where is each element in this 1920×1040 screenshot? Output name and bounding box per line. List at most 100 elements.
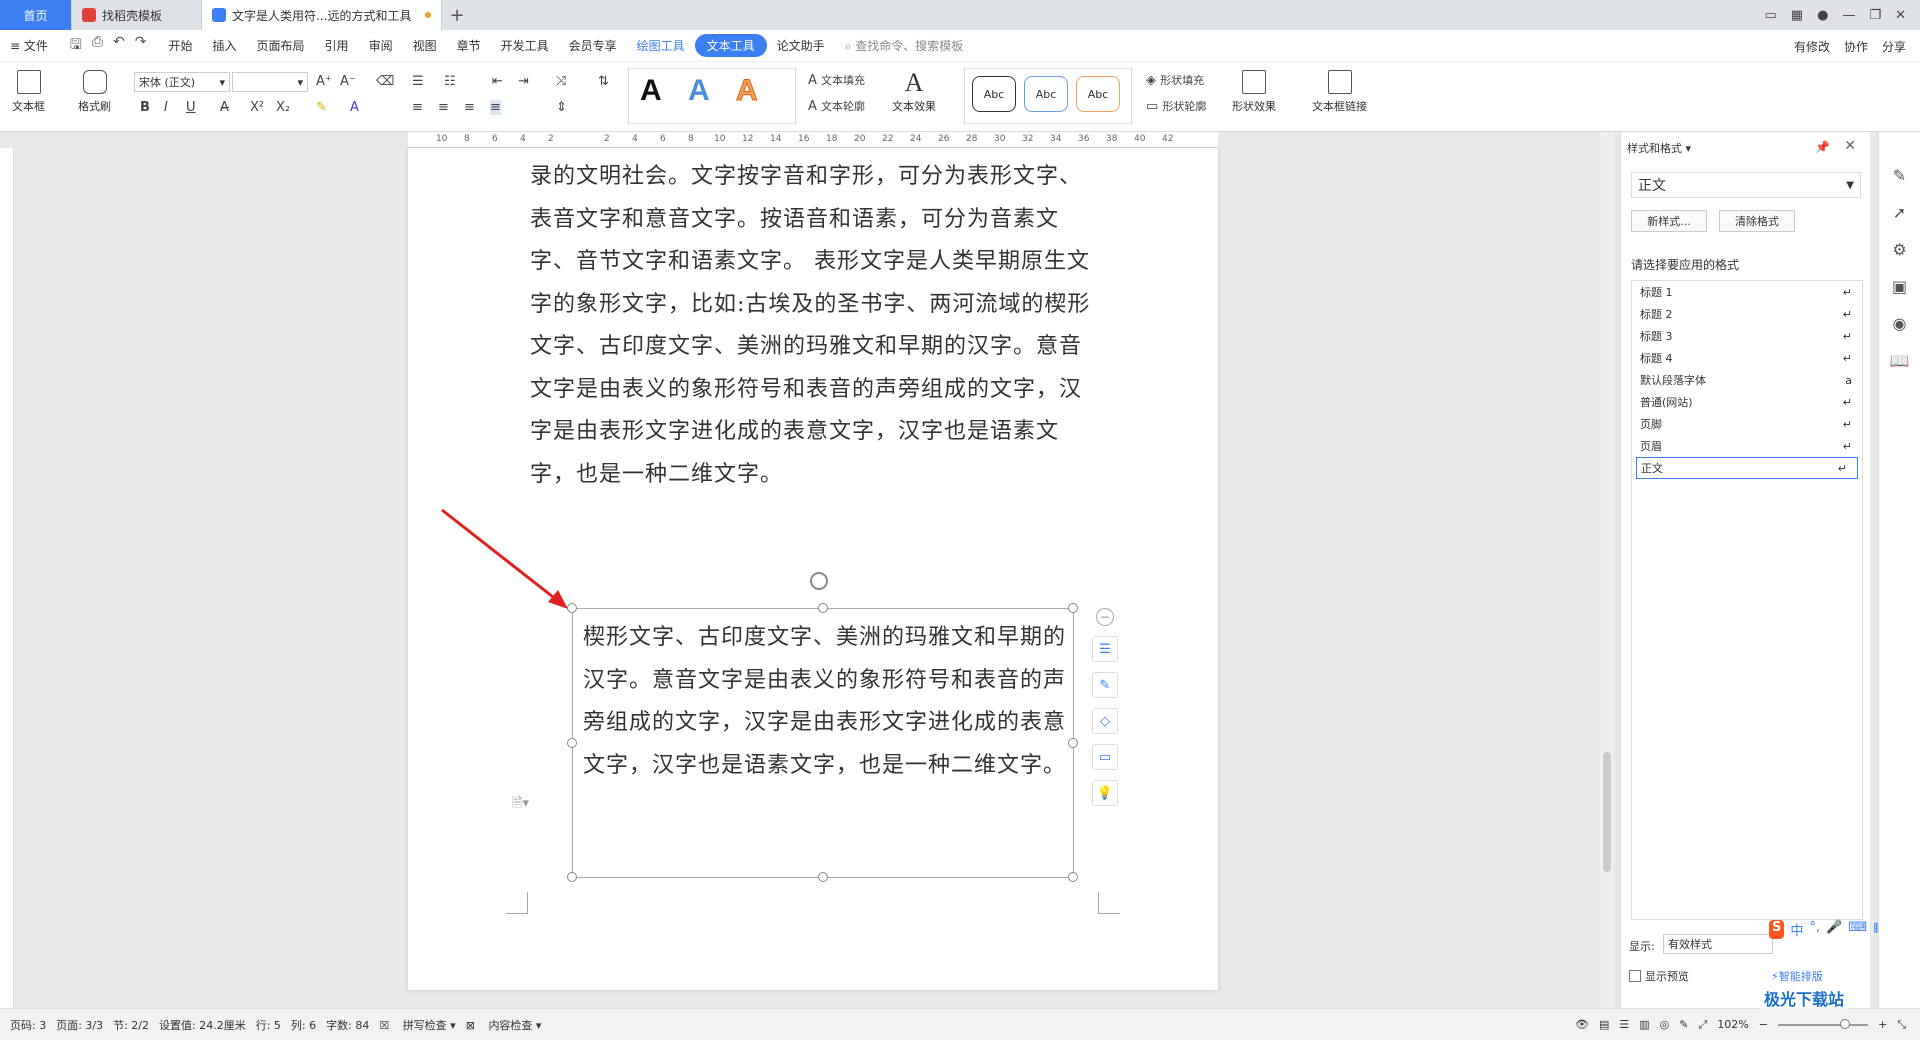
bullets-icon[interactable]: ☰ (412, 74, 424, 89)
wordart-style-black[interactable]: A (640, 74, 662, 108)
tab-document[interactable]: 文字是人类用符...远的方式和工具 (202, 0, 442, 30)
menu-developer[interactable]: 开发工具 (491, 37, 559, 54)
menu-home[interactable]: 开始 (159, 37, 203, 54)
shape-style-1[interactable]: Abc (972, 76, 1016, 112)
style-item-heading1[interactable]: 标题 1 ↵ (1632, 281, 1862, 303)
text-direction-icon[interactable]: ⤨ (556, 74, 566, 89)
outdent-icon[interactable]: ⇥ (518, 74, 529, 89)
selected-textbox[interactable]: 楔形文字、古印度文字、美洲的玛雅文和早期的汉字。意音文字是由表义的象形符号和表音… (567, 603, 1078, 882)
document-page[interactable]: 录的文明社会。文字按字音和字形，可分为表形文字、表音文字和意音文字。按语音和语素… (408, 148, 1218, 990)
shape-fill-button[interactable]: ◈ 形状填充 (1146, 72, 1204, 88)
shape-style-3[interactable]: Abc (1076, 76, 1120, 112)
scroll-thumb[interactable] (1603, 752, 1611, 872)
style-item-normal-web[interactable]: 普通(网站) ↵ (1632, 391, 1862, 413)
print-icon[interactable]: ⎙ (92, 34, 103, 58)
zoom-slider-thumb[interactable] (1839, 1018, 1850, 1029)
status-col[interactable]: 列: 6 (291, 1017, 316, 1033)
reading-view-icon[interactable]: ▥ (1639, 1018, 1649, 1031)
zoom-slider[interactable] (1777, 1018, 1868, 1029)
strikethrough-icon[interactable]: A̶ (220, 100, 229, 115)
resize-handle[interactable] (1068, 872, 1078, 882)
layout-options-icon[interactable]: ☰ (1092, 636, 1118, 662)
resize-handle[interactable] (1068, 603, 1078, 613)
idea-icon[interactable]: 💡 (1092, 780, 1118, 806)
clear-format-button[interactable]: 清除格式 (1719, 210, 1795, 232)
zoom-level[interactable]: 102% (1717, 1018, 1748, 1031)
outline-view-icon[interactable]: ☰ (1619, 1018, 1629, 1031)
superscript-icon[interactable]: X² (250, 100, 264, 115)
highlight-icon[interactable]: ✎ (316, 100, 327, 115)
textbox-link-button[interactable]: 文本框链接 (1312, 70, 1367, 114)
style-item-header[interactable]: 页眉 ↵ (1632, 435, 1862, 457)
resize-handle[interactable] (567, 738, 577, 748)
image-icon[interactable]: ▣ (1892, 277, 1907, 296)
menu-thesis[interactable]: 论文助手 (767, 37, 835, 54)
current-style-select[interactable]: 正文 ▼ (1631, 172, 1861, 198)
fill-icon[interactable]: ◇ (1092, 708, 1118, 734)
style-item-normal[interactable]: 正文 ↵ (1636, 457, 1858, 479)
collaborate-button[interactable]: 协作 (1844, 38, 1868, 55)
panel-title[interactable]: 样式和格式 ▾ (1627, 140, 1691, 156)
menu-insert[interactable]: 插入 (203, 37, 247, 54)
status-page-num[interactable]: 页码: 3 (10, 1017, 46, 1033)
grid-icon[interactable]: ▦ (1791, 8, 1803, 23)
zoom-out-button[interactable]: − (1759, 1018, 1768, 1031)
text-fill-button[interactable]: A 文本填充 (808, 72, 865, 88)
pin-icon[interactable]: 📌 (1815, 140, 1830, 154)
status-setting[interactable]: 设置值: 24.2厘米 (159, 1017, 246, 1033)
book-icon[interactable]: 📖 (1890, 351, 1910, 370)
page-view-icon[interactable]: ▤ (1599, 1018, 1609, 1031)
restore-button[interactable]: ❐ (1869, 8, 1881, 23)
undo-icon[interactable]: ↶ (113, 34, 125, 58)
location-icon[interactable]: ◉ (1893, 314, 1907, 333)
style-edit-icon[interactable]: ✎ (1893, 166, 1906, 185)
modified-button[interactable]: 有修改 (1794, 38, 1830, 55)
resize-handle[interactable] (818, 872, 828, 882)
font-color-icon[interactable]: A (350, 100, 359, 115)
show-select[interactable]: 有效样式 (1663, 934, 1773, 954)
avatar[interactable]: ● (1817, 8, 1828, 23)
menu-member[interactable]: 会员专享 (559, 37, 627, 54)
preview-checkbox[interactable]: 显示预览 (1629, 968, 1689, 984)
line-spacing-icon[interactable]: ⇕ (556, 100, 567, 115)
menu-layout[interactable]: 页面布局 (247, 37, 315, 54)
wordart-style-orange[interactable]: A (736, 74, 759, 108)
status-pages[interactable]: 页面: 3/3 (56, 1017, 103, 1033)
microphone-icon[interactable]: 🎤 (1826, 920, 1842, 939)
text-outline-button[interactable]: A 文本轮廓 (808, 98, 865, 114)
close-button[interactable]: ✕ (1895, 8, 1906, 23)
wordart-style-blue[interactable]: A (688, 74, 710, 108)
grow-font-icon[interactable]: A⁺ (316, 74, 332, 89)
vertical-scrollbar[interactable] (1600, 132, 1614, 1008)
status-section[interactable]: 节: 2/2 (113, 1017, 149, 1033)
format-painter-button[interactable]: 格式刷 (78, 70, 111, 114)
keyboard-icon[interactable]: ⌨ (1848, 920, 1867, 939)
style-item-heading4[interactable]: 标题 4 ↵ (1632, 347, 1862, 369)
indent-icon[interactable]: ⇤ (492, 74, 503, 89)
resize-handle[interactable] (1068, 738, 1078, 748)
save-icon[interactable]: 🖫 (70, 34, 82, 58)
align-left-icon[interactable]: ≡ (412, 100, 423, 115)
share-button[interactable]: 分享 (1882, 38, 1906, 55)
collapse-icon[interactable]: − (1096, 608, 1114, 626)
style-item-heading2[interactable]: 标题 2 ↵ (1632, 303, 1862, 325)
italic-icon[interactable]: I (164, 100, 168, 115)
layout-icon[interactable]: ▭ (1765, 8, 1777, 23)
numbering-icon[interactable]: ☷ (444, 74, 456, 89)
paste-options-icon[interactable]: 🗎▾ (512, 794, 529, 816)
fit-icon[interactable]: ⤢ (1698, 1018, 1707, 1032)
close-icon[interactable]: ✕ (1844, 138, 1856, 154)
menu-review[interactable]: 审阅 (359, 37, 403, 54)
status-row[interactable]: 行: 5 (256, 1017, 281, 1033)
sort-icon[interactable]: ⇅ (598, 74, 609, 89)
shrink-font-icon[interactable]: A⁻ (340, 74, 356, 89)
menu-file[interactable]: ≡ 文件 (0, 37, 58, 54)
shape-style-2[interactable]: Abc (1024, 76, 1068, 112)
adjust-icon[interactable]: ⚙ (1892, 240, 1906, 259)
resize-handle[interactable] (818, 603, 828, 613)
menu-references[interactable]: 引用 (315, 37, 359, 54)
outline-icon[interactable]: ▭ (1092, 744, 1118, 770)
edit-icon[interactable]: ✎ (1092, 672, 1118, 698)
shape-effect-button[interactable]: 形状效果 (1232, 70, 1276, 114)
menu-view[interactable]: 视图 (403, 37, 447, 54)
